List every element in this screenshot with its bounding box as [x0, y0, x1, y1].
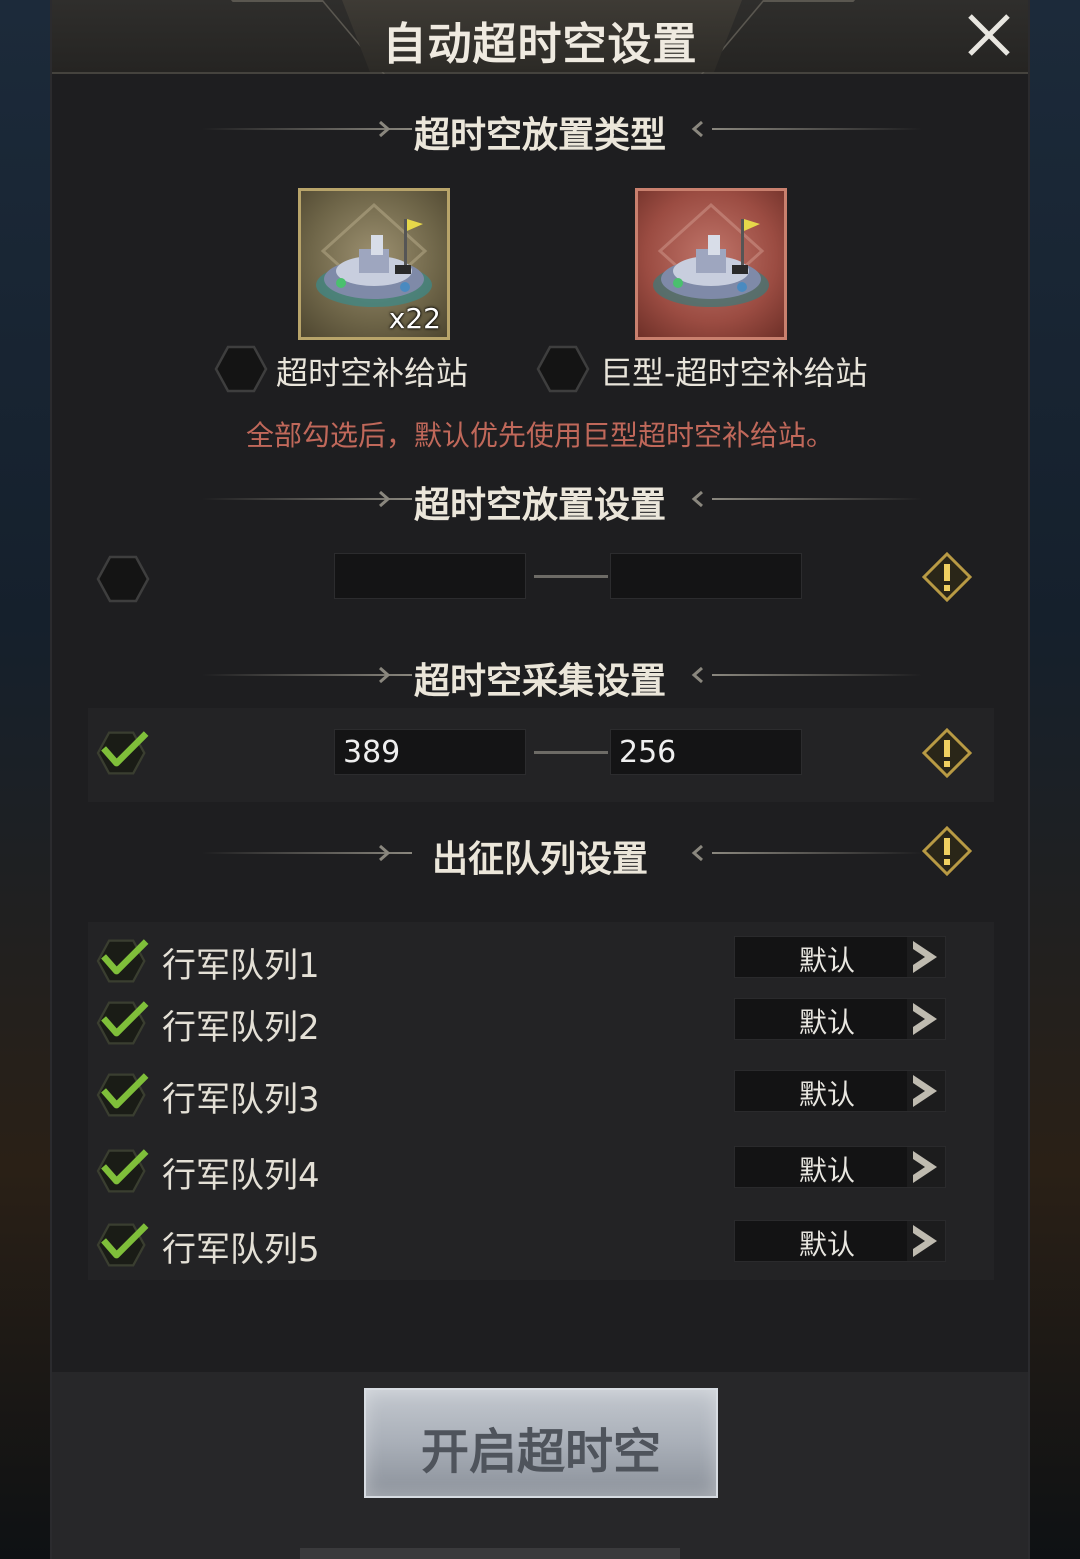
chevron-left-icon — [691, 490, 703, 508]
info-warning-icon[interactable] — [922, 552, 972, 602]
gather-range-row: 389 256 — [88, 708, 994, 802]
divider-line — [712, 128, 922, 130]
start-button[interactable]: 开启超时空 — [364, 1388, 718, 1498]
placement-min-input[interactable] — [334, 553, 526, 599]
placement-max-input[interactable] — [610, 553, 802, 599]
queue-1-select[interactable]: 默认 — [734, 936, 946, 978]
start-button-label: 开启超时空 — [420, 1424, 661, 1480]
queue-row: 行军队列4 默认 — [88, 1144, 994, 1196]
chevron-right-icon — [907, 999, 945, 1039]
queue-row: 行军队列5 默认 — [88, 1218, 994, 1270]
queue-1-value: 默认 — [799, 944, 856, 977]
chevron-right-icon — [907, 1147, 945, 1187]
section-title: 超时空放置类型 — [413, 115, 666, 156]
queue-2-label: 行军队列2 — [162, 1008, 320, 1048]
chevron-left-icon — [691, 844, 703, 862]
chevron-left-icon — [691, 666, 703, 684]
placement-range-row — [88, 532, 994, 626]
queue-5-value: 默认 — [799, 1228, 856, 1261]
queue-5-checkbox[interactable] — [94, 1220, 152, 1270]
chevron-left-icon — [691, 120, 703, 138]
info-warning-icon[interactable] — [922, 826, 972, 876]
queue-5-select[interactable]: 默认 — [734, 1220, 946, 1262]
gather-max-input[interactable]: 256 — [610, 729, 802, 775]
giant-supply-station-label: 巨型-超时空补给站 — [600, 354, 868, 392]
queue-3-value: 默认 — [799, 1078, 856, 1111]
panel-title: 自动超时空设置 — [382, 19, 698, 70]
panel-footer: 开启超时空 — [52, 1372, 1028, 1559]
giant-supply-station-checkbox[interactable] — [536, 344, 590, 394]
panel-header: 自动超时空设置 — [52, 0, 1028, 74]
gather-min-input[interactable]: 389 — [334, 729, 526, 775]
placement-enable-checkbox[interactable] — [96, 554, 150, 604]
info-warning-icon[interactable] — [922, 728, 972, 778]
queue-2-checkbox[interactable] — [94, 998, 152, 1048]
section-title: 超时空采集设置 — [413, 661, 666, 702]
giant-supply-station-item-card[interactable] — [635, 188, 787, 340]
gather-enable-checkbox[interactable] — [96, 728, 150, 778]
giant-supply-station-icon — [653, 202, 769, 307]
queue-1-checkbox[interactable] — [94, 936, 152, 986]
queue-4-value: 默认 — [799, 1154, 856, 1187]
queue-3-label: 行军队列3 — [162, 1080, 320, 1120]
close-icon — [968, 14, 1010, 56]
chevron-right-icon — [907, 937, 945, 977]
section-title: 出征队列设置 — [431, 839, 648, 880]
close-button[interactable] — [964, 10, 1014, 60]
section-header-type: 超时空放置类型 — [52, 104, 1028, 156]
supply-station-label: 超时空补给站 — [276, 354, 469, 392]
queue-row: 行军队列3 默认 — [88, 1068, 994, 1120]
section-header-queue: 出征队列设置 — [52, 828, 1028, 880]
queue-2-value: 默认 — [799, 1006, 856, 1039]
divider-line — [712, 852, 922, 854]
section-header-gather: 超时空采集设置 — [52, 650, 1028, 702]
chevron-right-icon — [907, 1071, 945, 1111]
supply-station-checkbox[interactable] — [214, 344, 268, 394]
chevron-right-icon — [907, 1221, 945, 1261]
divider-line — [712, 498, 922, 500]
section-header-placement: 超时空放置设置 — [52, 474, 1028, 526]
queue-3-checkbox[interactable] — [94, 1070, 152, 1120]
queue-2-select[interactable]: 默认 — [734, 998, 946, 1040]
range-dash — [534, 751, 608, 754]
priority-notice: 全部勾选后，默认优先使用巨型超时空补给站。 — [245, 419, 834, 452]
section-title: 超时空放置设置 — [413, 485, 666, 526]
queue-4-select[interactable]: 默认 — [734, 1146, 946, 1188]
divider-line — [712, 674, 922, 676]
queue-row: 行军队列2 默认 — [88, 996, 994, 1048]
bottom-handle — [300, 1548, 680, 1559]
queue-5-label: 行军队列5 — [162, 1230, 320, 1270]
queue-list: 行军队列1 默认 行军队列2 默认 行军队列3 默认 行军队列4 默认 行军队列… — [88, 922, 994, 1280]
background-right — [1028, 0, 1080, 1559]
supply-station-item-card[interactable]: x22 — [298, 188, 450, 340]
queue-3-select[interactable]: 默认 — [734, 1070, 946, 1112]
queue-1-label: 行军队列1 — [162, 946, 320, 986]
settings-panel: 自动超时空设置 超时空放置类型 x22 超时空补给站 巨型-超时空补给站 全部勾… — [50, 0, 1030, 1559]
queue-row: 行军队列1 默认 — [88, 934, 994, 986]
range-dash — [534, 575, 608, 578]
background-left — [0, 0, 52, 1559]
queue-4-checkbox[interactable] — [94, 1146, 152, 1196]
queue-4-label: 行军队列4 — [162, 1156, 320, 1196]
item-count-badge: x22 — [388, 302, 441, 335]
